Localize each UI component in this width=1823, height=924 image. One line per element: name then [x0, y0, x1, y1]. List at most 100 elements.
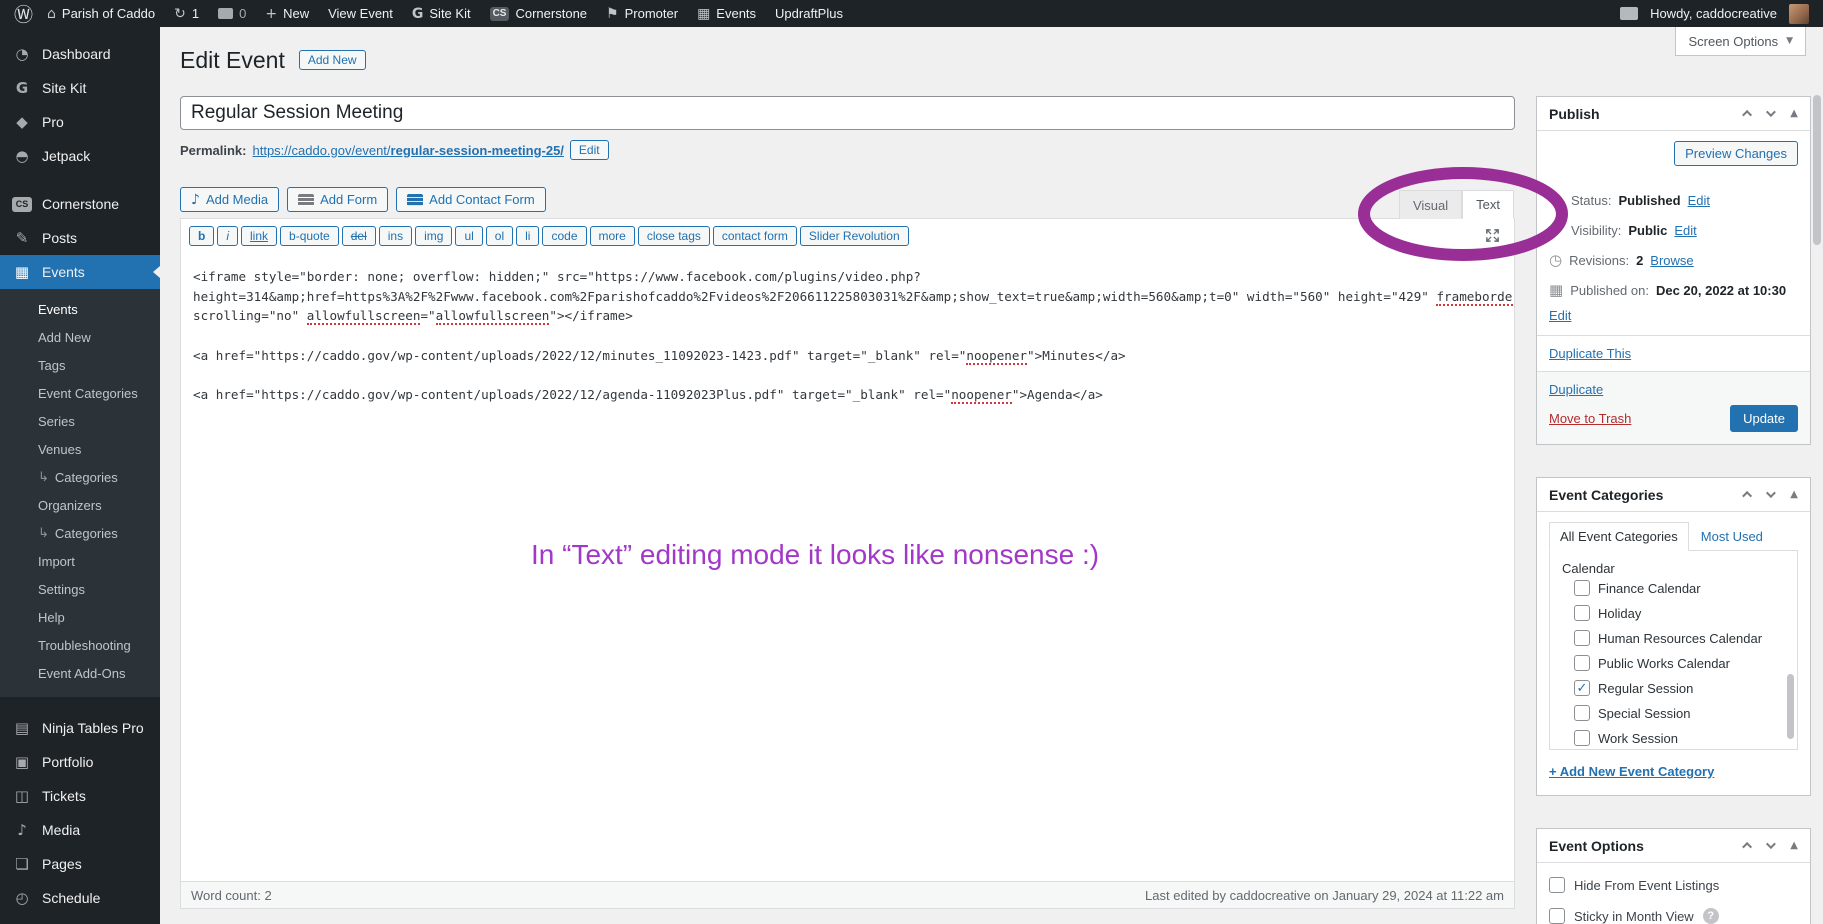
event-title-input[interactable]: [180, 96, 1515, 130]
screen-options-toggle[interactable]: Screen Options ▼: [1675, 27, 1806, 56]
add-contact-form-button[interactable]: Add Contact Form: [396, 187, 546, 212]
duplicate-link[interactable]: Duplicate: [1549, 382, 1603, 397]
page-scrollbar[interactable]: [1813, 95, 1821, 245]
checkbox-holiday[interactable]: [1574, 605, 1590, 621]
move-up-icon[interactable]: [1742, 110, 1752, 120]
edit-permalink-button[interactable]: Edit: [570, 140, 609, 160]
admin-bar-new[interactable]: + New: [265, 6, 309, 21]
submenu-item-organizers[interactable]: Organizers: [0, 491, 160, 519]
checkbox-public-works-calendar[interactable]: [1574, 655, 1590, 671]
wordpress-logo-icon[interactable]: Ⓦ: [14, 0, 33, 27]
quicktag-slider-revolution-button[interactable]: Slider Revolution: [800, 226, 909, 246]
admin-bar-site-name[interactable]: ⌂ Parish of Caddo: [47, 6, 155, 21]
admin-bar-comments[interactable]: 0: [218, 6, 246, 21]
admin-bar-updraftplus[interactable]: UpdraftPlus: [775, 6, 843, 21]
submenu-item-tags[interactable]: Tags: [0, 351, 160, 379]
quicktag-more-button[interactable]: more: [590, 226, 635, 246]
move-up-icon[interactable]: [1742, 842, 1752, 852]
admin-bar-updates[interactable]: ↻ 1: [174, 6, 199, 21]
add-new-event-category-link[interactable]: + Add New Event Category: [1549, 764, 1714, 779]
quicktag-code-button[interactable]: code: [542, 226, 586, 246]
tab-all-event-categories[interactable]: All Event Categories: [1549, 522, 1689, 551]
submenu-item-events[interactable]: Events: [0, 295, 160, 323]
tab-text[interactable]: Text: [1462, 190, 1514, 219]
add-form-button[interactable]: Add Form: [287, 187, 388, 212]
admin-bar-promoter[interactable]: ⚑ Promoter: [606, 6, 678, 21]
sidebar-item-ninja-tables-pro[interactable]: ▤Ninja Tables Pro: [0, 711, 160, 745]
submenu-item-import[interactable]: Import: [0, 547, 160, 575]
move-down-icon[interactable]: [1766, 488, 1776, 498]
move-down-icon[interactable]: [1766, 107, 1776, 117]
notifications-bubble-icon[interactable]: [1620, 7, 1638, 20]
browse-revisions-link[interactable]: Browse: [1650, 252, 1693, 270]
quicktag-contact-form-button[interactable]: contact form: [713, 226, 797, 246]
add-media-button[interactable]: ♪ Add Media: [180, 187, 279, 212]
admin-bar-site-kit[interactable]: G Site Kit: [412, 6, 471, 21]
quicktag-ins-button[interactable]: ins: [379, 226, 412, 246]
user-avatar[interactable]: [1789, 4, 1809, 24]
submenu-item-categories[interactable]: ↳Categories: [0, 519, 160, 547]
quicktag-b-button[interactable]: b: [189, 226, 214, 246]
duplicate-this-link[interactable]: Duplicate This: [1549, 346, 1631, 361]
checkbox-special-session[interactable]: [1574, 705, 1590, 721]
tab-visual[interactable]: Visual: [1399, 190, 1462, 219]
submenu-item-add-new[interactable]: Add New: [0, 323, 160, 351]
add-new-button[interactable]: Add New: [299, 50, 366, 70]
quicktag-ul-button[interactable]: ul: [455, 226, 482, 246]
howdy-label[interactable]: Howdy, caddocreative: [1650, 6, 1777, 21]
admin-bar-cornerstone[interactable]: CS Cornerstone: [490, 6, 587, 21]
sidebar-item-portfolio[interactable]: ▣Portfolio: [0, 745, 160, 779]
sidebar-item-schedule[interactable]: ◴Schedule: [0, 881, 160, 915]
quicktag-li-button[interactable]: li: [516, 226, 539, 246]
checkbox-work-session[interactable]: [1574, 730, 1590, 746]
move-down-icon[interactable]: [1766, 839, 1776, 849]
checkbox-finance-calendar[interactable]: [1574, 580, 1590, 596]
edit-status-link[interactable]: Edit: [1688, 192, 1710, 210]
checkbox-hide-from-event-listings[interactable]: [1549, 877, 1565, 893]
quicktag-close-tags-button[interactable]: close tags: [638, 226, 710, 246]
edit-visibility-link[interactable]: Edit: [1674, 222, 1696, 240]
quicktag-img-button[interactable]: img: [415, 226, 452, 246]
quicktag-b-quote-button[interactable]: b-quote: [280, 226, 339, 246]
permalink-link[interactable]: https://caddo.gov/event/regular-session-…: [252, 143, 563, 158]
category-list-scrollbar[interactable]: [1787, 674, 1794, 739]
admin-bar-view-event[interactable]: View Event: [328, 6, 393, 21]
sidebar-item-dashboard[interactable]: ◔Dashboard: [0, 37, 160, 71]
submenu-item-event-add-ons[interactable]: Event Add-Ons: [0, 659, 160, 687]
update-button[interactable]: Update: [1730, 405, 1798, 432]
sidebar-item-comments[interactable]: Comments: [0, 915, 160, 924]
edit-published-link[interactable]: Edit: [1549, 307, 1571, 325]
checkbox-human-resources-calendar[interactable]: [1574, 630, 1590, 646]
quicktag-del-button[interactable]: del: [342, 226, 376, 246]
sidebar-item-tickets[interactable]: ◫Tickets: [0, 779, 160, 813]
move-to-trash-link[interactable]: Move to Trash: [1549, 411, 1631, 426]
preview-changes-button[interactable]: Preview Changes: [1674, 141, 1798, 166]
help-icon[interactable]: ?: [1703, 908, 1719, 924]
submenu-item-settings[interactable]: Settings: [0, 575, 160, 603]
quicktag-link-button[interactable]: link: [241, 226, 277, 246]
sidebar-item-cornerstone[interactable]: CSCornerstone: [0, 187, 160, 221]
quicktag-ol-button[interactable]: ol: [486, 226, 513, 246]
quicktag-i-button[interactable]: i: [217, 226, 238, 246]
sidebar-item-pages[interactable]: ❏Pages: [0, 847, 160, 881]
move-up-icon[interactable]: [1742, 491, 1752, 501]
sidebar-item-pro[interactable]: ◆Pro: [0, 105, 160, 139]
checkbox-regular-session[interactable]: [1574, 680, 1590, 696]
submenu-item-event-categories[interactable]: Event Categories: [0, 379, 160, 407]
sidebar-item-media[interactable]: ♪Media: [0, 813, 160, 847]
text-editor-textarea[interactable]: <iframe style="border: none; overflow: h…: [181, 251, 1514, 881]
sidebar-item-posts[interactable]: ✎Posts: [0, 221, 160, 255]
collapse-panel-icon[interactable]: ▲: [1790, 108, 1798, 119]
collapse-panel-icon[interactable]: ▲: [1790, 840, 1798, 851]
tab-most-used[interactable]: Most Used: [1689, 523, 1775, 550]
submenu-item-troubleshooting[interactable]: Troubleshooting: [0, 631, 160, 659]
sidebar-item-jetpack[interactable]: ◓Jetpack: [0, 139, 160, 173]
submenu-item-categories[interactable]: ↳Categories: [0, 463, 160, 491]
submenu-item-venues[interactable]: Venues: [0, 435, 160, 463]
admin-bar-events[interactable]: ▦ Events: [697, 6, 756, 21]
collapse-panel-icon[interactable]: ▲: [1790, 489, 1798, 500]
checkbox-sticky-in-month-view[interactable]: [1549, 908, 1565, 924]
submenu-item-series[interactable]: Series: [0, 407, 160, 435]
sidebar-item-events[interactable]: ▦Events: [0, 255, 160, 289]
sidebar-item-site-kit[interactable]: GSite Kit: [0, 71, 160, 105]
